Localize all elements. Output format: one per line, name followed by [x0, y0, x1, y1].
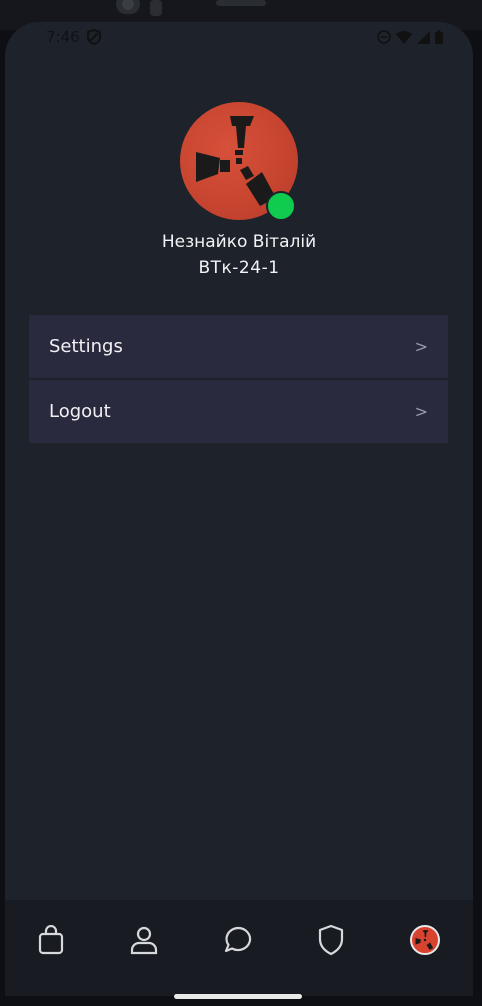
- status-icons: [377, 30, 443, 48]
- chat-bubble-icon: [224, 926, 252, 953]
- profile-person-icon: [130, 926, 158, 955]
- vpn-shield-icon: [87, 28, 101, 49]
- status-bar: 7:46: [5, 22, 473, 56]
- settings-menu-item[interactable]: Settings >: [29, 315, 448, 378]
- tab-account[interactable]: [405, 920, 445, 960]
- bottom-tab-bar: [5, 900, 473, 996]
- do-not-disturb-icon: [377, 30, 391, 48]
- status-time: 7:46: [46, 28, 80, 46]
- online-status-indicator: [266, 191, 296, 221]
- home-indicator[interactable]: [174, 994, 302, 999]
- tab-shop[interactable]: [31, 920, 71, 960]
- profile-name: Незнайко Віталій: [161, 232, 317, 252]
- profile-avatar-container[interactable]: [180, 102, 298, 221]
- profile-menu: Settings > Logout >: [29, 315, 448, 445]
- chevron-right-icon: >: [414, 337, 428, 356]
- proximity-sensor: [150, 0, 162, 16]
- earpiece-speaker: [216, 0, 266, 6]
- logout-menu-item[interactable]: Logout >: [29, 380, 448, 443]
- chevron-right-icon: >: [414, 402, 428, 421]
- avatar-tab-icon: [410, 925, 440, 955]
- profile-group: ВТк-24-1: [198, 258, 280, 278]
- tab-profile[interactable]: [124, 920, 164, 960]
- signal-icon: [417, 30, 430, 48]
- settings-label: Settings: [49, 336, 123, 357]
- logout-label: Logout: [49, 401, 111, 422]
- tab-security[interactable]: [311, 920, 351, 960]
- shield-icon: [318, 924, 344, 956]
- battery-icon: [435, 30, 443, 48]
- app-screen: 7:46 Незнайко Віталій ВТк-24-1 Settings …: [5, 22, 473, 996]
- front-camera: [116, 0, 140, 14]
- shop-bag-icon: [38, 925, 64, 955]
- wifi-icon: [396, 30, 412, 48]
- tab-chat[interactable]: [218, 920, 258, 960]
